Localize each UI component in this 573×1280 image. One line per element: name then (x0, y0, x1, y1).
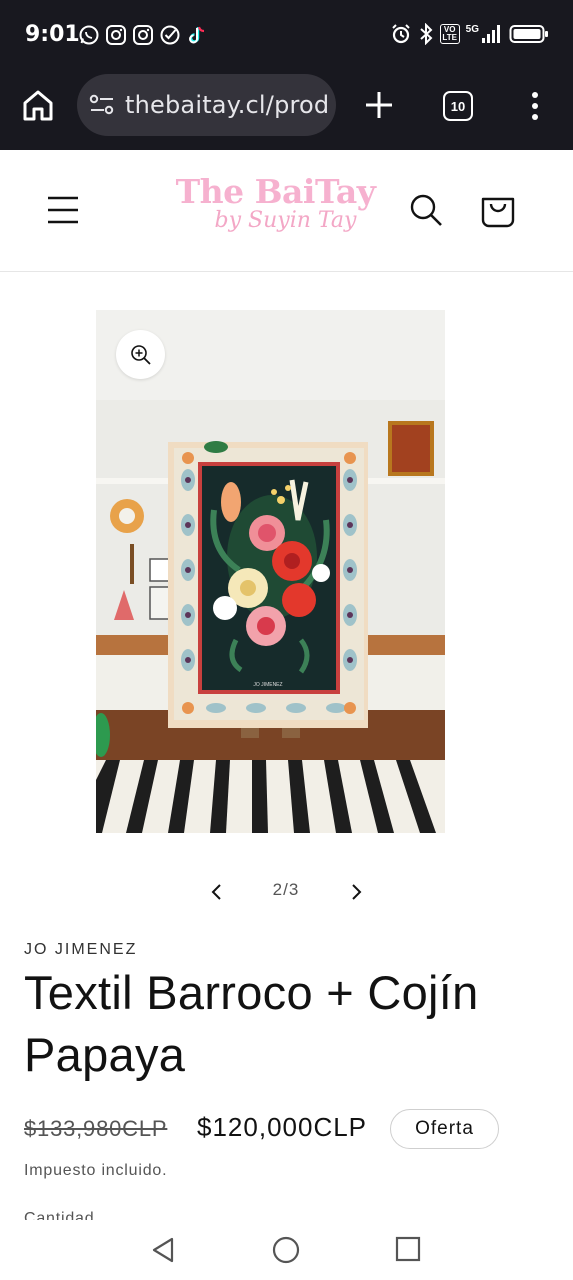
more-vert-icon (532, 92, 538, 120)
svg-text:JO JIMENEZ: JO JIMENEZ (253, 682, 282, 688)
whatsapp-icon (78, 24, 100, 46)
logo-wordmark: The BaiTay (175, 172, 376, 211)
alarm-icon (390, 23, 412, 45)
browser-toolbar: thebaitay.cl/prod 10 (0, 70, 573, 150)
home-icon (23, 90, 53, 121)
site-header: The BaiTay by Suyin Tay (0, 150, 573, 272)
recents-square-icon (395, 1236, 421, 1262)
chevron-left-icon (211, 884, 221, 900)
slide-counter: 2/3 (272, 880, 300, 899)
gallery-slider-controls: 2/3 (0, 872, 573, 912)
back-triangle-icon (152, 1237, 174, 1263)
volte-badge: VO LTE (439, 24, 460, 44)
product-title: Textil Barroco + Cojín Papaya (24, 966, 479, 1081)
chevron-right-icon (352, 884, 362, 900)
browser-menu-button[interactable] (524, 88, 546, 124)
status-time: 9:01 (25, 22, 80, 47)
search-icon (410, 194, 442, 226)
price-row: $133,980CLP $120,000CLP Oferta (24, 1108, 564, 1152)
signal-icon (481, 24, 503, 44)
tab-switcher-button[interactable]: 10 (443, 91, 473, 121)
system-status: VO LTE 5G (390, 23, 549, 45)
instagram-icon (105, 24, 127, 46)
system-navigation-bar (0, 1220, 573, 1280)
home-circle-icon (272, 1236, 300, 1264)
system-home-button[interactable] (271, 1235, 301, 1265)
compare-at-price: $133,980CLP (24, 1116, 168, 1141)
battery-icon (509, 23, 549, 45)
bluetooth-icon (418, 23, 434, 45)
browser-home-button[interactable] (20, 88, 56, 124)
shopping-bag-icon (481, 197, 515, 228)
search-button[interactable] (408, 192, 444, 228)
plus-icon (366, 92, 392, 118)
product-vendor: JO JIMENEZ (24, 941, 138, 958)
previous-slide-button[interactable] (203, 878, 231, 906)
status-bar: 9:01 VO LTE 5G (0, 0, 573, 70)
zoom-in-icon (130, 344, 151, 365)
menu-button[interactable] (46, 194, 80, 226)
sale-price: $120,000CLP (197, 1112, 368, 1142)
tax-note: Impuesto incluido. (24, 1162, 168, 1179)
sale-badge: Oferta (390, 1109, 499, 1149)
system-recents-button[interactable] (395, 1236, 421, 1262)
zoom-button[interactable] (116, 330, 165, 379)
cart-button[interactable] (478, 190, 518, 230)
tiktok-icon (186, 24, 208, 46)
url-text: thebaitay.cl/prod (125, 91, 330, 119)
new-tab-button[interactable] (362, 88, 396, 122)
network-type-label: 5G (465, 23, 479, 35)
site-logo[interactable]: The BaiTay by Suyin Tay (168, 172, 383, 250)
product-photo: JO JIMENEZ (96, 310, 445, 833)
hamburger-icon (48, 196, 78, 224)
notification-icons (78, 24, 208, 46)
quantity-label: Cantidad (24, 1210, 95, 1220)
system-back-button[interactable] (148, 1234, 180, 1266)
site-settings-icon (89, 94, 114, 115)
address-bar[interactable]: thebaitay.cl/prod (77, 74, 336, 136)
next-slide-button[interactable] (342, 878, 370, 906)
check-circle-icon (159, 24, 181, 46)
product-image[interactable]: JO JIMENEZ (96, 310, 445, 833)
instagram-icon (132, 24, 154, 46)
